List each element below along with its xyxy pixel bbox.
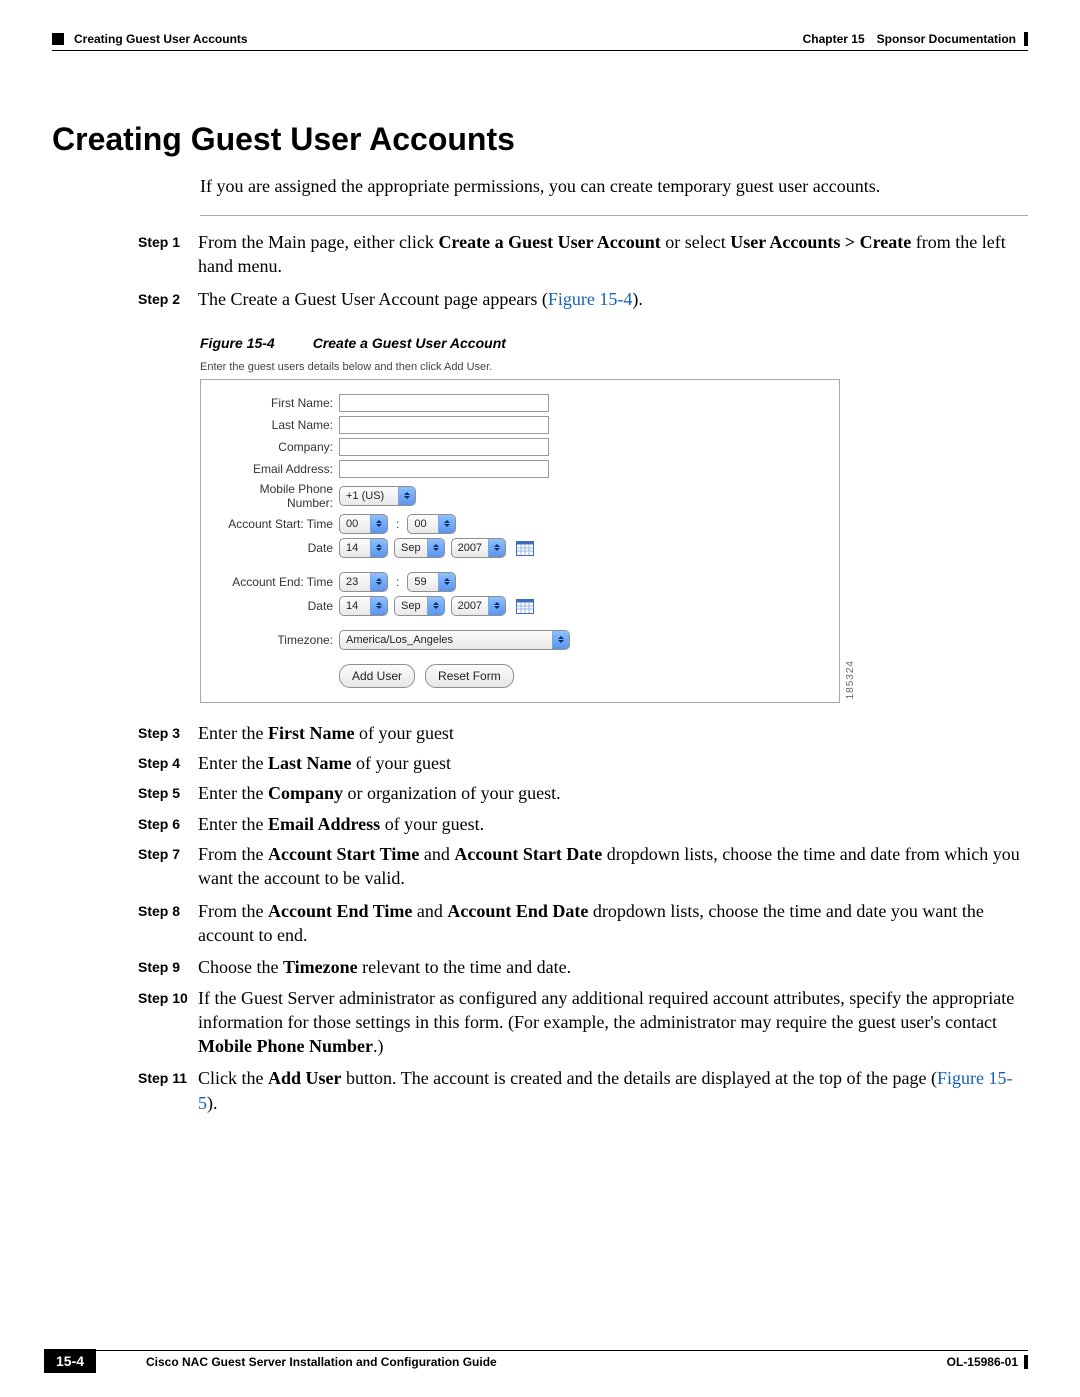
chapter-label: Chapter 15 xyxy=(803,32,865,46)
end-hour-select[interactable]: 23 xyxy=(339,572,388,592)
email-label: Email Address: xyxy=(213,462,333,476)
start-hour-select[interactable]: 00 xyxy=(339,514,388,534)
chevron-updown-icon xyxy=(438,515,455,533)
step-5-text: Enter the Company or organization of you… xyxy=(198,781,1028,805)
company-input[interactable] xyxy=(339,438,549,456)
step-3-label: Step 3 xyxy=(138,721,198,745)
chevron-updown-icon xyxy=(370,515,387,533)
section-label: Sponsor Documentation xyxy=(877,32,1016,46)
reset-form-button[interactable]: Reset Form xyxy=(425,664,514,688)
page-title: Creating Guest User Accounts xyxy=(52,121,1028,158)
step-7-label: Step 7 xyxy=(138,842,198,891)
step-8-label: Step 8 xyxy=(138,899,198,948)
start-date-label: Date xyxy=(213,541,333,555)
chevron-updown-icon xyxy=(427,597,444,615)
page-header: Creating Guest User Accounts Chapter 15 … xyxy=(52,32,1028,46)
chevron-updown-icon xyxy=(370,597,387,615)
timezone-label: Timezone: xyxy=(213,633,333,647)
step-10-text: If the Guest Server administrator as con… xyxy=(198,986,1028,1059)
mobile-label: Mobile Phone Number: xyxy=(213,482,333,510)
end-minute-select[interactable]: 59 xyxy=(407,572,456,592)
step-11-text: Click the Add User button. The account i… xyxy=(198,1066,1028,1115)
step-1-label: Step 1 xyxy=(138,230,198,279)
step-6-label: Step 6 xyxy=(138,812,198,836)
step-4-label: Step 4 xyxy=(138,751,198,775)
chevron-updown-icon xyxy=(438,573,455,591)
intro-separator xyxy=(200,215,1028,216)
figure-15-4: Enter the guest users details below and … xyxy=(200,361,840,703)
page-number: 15-4 xyxy=(44,1349,96,1373)
figure-title: Create a Guest User Account xyxy=(313,335,506,351)
header-bar-icon xyxy=(1024,32,1028,46)
intro-text: If you are assigned the appropriate perm… xyxy=(200,176,1028,197)
chevron-updown-icon xyxy=(488,597,505,615)
header-square-icon xyxy=(52,33,64,45)
chevron-updown-icon xyxy=(427,539,444,557)
figure-number: Figure 15-4 xyxy=(200,335,275,351)
step-4-text: Enter the Last Name of your guest xyxy=(198,751,1028,775)
calendar-icon[interactable] xyxy=(516,540,534,556)
step-6-text: Enter the Email Address of your guest. xyxy=(198,812,1028,836)
time-colon: : xyxy=(394,517,401,531)
mobile-country-select[interactable]: +1 (US) xyxy=(339,486,416,506)
page-footer: 15-4 Cisco NAC Guest Server Installation… xyxy=(52,1350,1028,1369)
figure-asset-id: 185324 xyxy=(845,660,856,699)
doc-id: OL-15986-01 xyxy=(947,1355,1018,1369)
chevron-updown-icon xyxy=(398,487,415,505)
company-label: Company: xyxy=(213,440,333,454)
first-name-label: First Name: xyxy=(213,396,333,410)
step-9-label: Step 9 xyxy=(138,955,198,979)
chevron-updown-icon xyxy=(488,539,505,557)
end-month-select[interactable]: Sep xyxy=(394,596,445,616)
figure-instruction: Enter the guest users details below and … xyxy=(200,361,840,373)
step-7-text: From the Account Start Time and Account … xyxy=(198,842,1028,891)
last-name-label: Last Name: xyxy=(213,418,333,432)
step-5-label: Step 5 xyxy=(138,781,198,805)
start-day-select[interactable]: 14 xyxy=(339,538,388,558)
breadcrumb: Creating Guest User Accounts xyxy=(74,32,248,46)
chevron-updown-icon xyxy=(370,573,387,591)
start-time-label: Account Start: Time xyxy=(213,517,333,531)
calendar-icon[interactable] xyxy=(516,598,534,614)
step-11-label: Step 11 xyxy=(138,1066,198,1115)
chevron-updown-icon xyxy=(370,539,387,557)
last-name-input[interactable] xyxy=(339,416,549,434)
start-minute-select[interactable]: 00 xyxy=(407,514,456,534)
add-user-button[interactable]: Add User xyxy=(339,664,415,688)
step-10-label: Step 10 xyxy=(138,986,198,1059)
footer-bar-icon xyxy=(1024,1355,1028,1369)
chevron-updown-icon xyxy=(552,631,569,649)
guest-account-form: First Name: Last Name: Company: Email Ad… xyxy=(200,379,840,703)
header-rule xyxy=(52,50,1028,51)
start-month-select[interactable]: Sep xyxy=(394,538,445,558)
end-day-select[interactable]: 14 xyxy=(339,596,388,616)
end-time-label: Account End: Time xyxy=(213,575,333,589)
step-2-text: The Create a Guest User Account page app… xyxy=(198,287,1028,311)
figure-caption: Figure 15-4 Create a Guest User Account xyxy=(200,335,1028,351)
book-title: Cisco NAC Guest Server Installation and … xyxy=(146,1355,497,1369)
step-9-text: Choose the Timezone relevant to the time… xyxy=(198,955,1028,979)
timezone-select[interactable]: America/Los_Angeles xyxy=(339,630,570,650)
time-colon: : xyxy=(394,575,401,589)
step-8-text: From the Account End Time and Account En… xyxy=(198,899,1028,948)
end-year-select[interactable]: 2007 xyxy=(451,596,506,616)
figure-15-4-link[interactable]: Figure 15-4 xyxy=(548,289,633,309)
end-date-label: Date xyxy=(213,599,333,613)
step-3-text: Enter the First Name of your guest xyxy=(198,721,1028,745)
step-1-text: From the Main page, either click Create … xyxy=(198,230,1028,279)
first-name-input[interactable] xyxy=(339,394,549,412)
step-2-label: Step 2 xyxy=(138,287,198,311)
email-input[interactable] xyxy=(339,460,549,478)
start-year-select[interactable]: 2007 xyxy=(451,538,506,558)
